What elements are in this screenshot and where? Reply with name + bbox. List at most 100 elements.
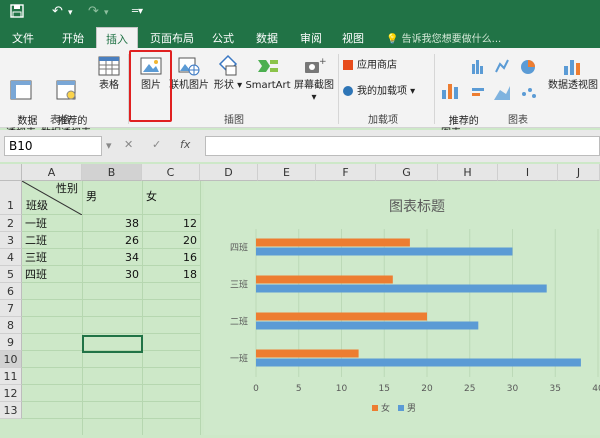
insert-function-icon[interactable]: fx [180, 138, 190, 151]
x-tick-label: 30 [507, 384, 519, 394]
app-store-button[interactable]: 应用商店 [343, 60, 413, 72]
screenshot-icon: + [305, 57, 326, 73]
tell-me-box[interactable]: 💡 告诉我您想要做什么... [386, 30, 501, 45]
tab-file[interactable]: 文件 [12, 30, 34, 46]
row-header[interactable]: 4 [0, 249, 22, 266]
select-all-corner[interactable] [0, 164, 22, 181]
customize-toolbar-icon[interactable]: ═▾ [132, 6, 143, 17]
redo-dropdown-icon[interactable]: ▾ [104, 8, 109, 18]
tab-formulas[interactable]: 公式 [212, 30, 234, 46]
column-header[interactable]: A [22, 164, 82, 181]
column-header[interactable]: J [558, 164, 600, 181]
bar-chart[interactable]: 图表标题 一班 二班 三班 四班 0 5 10 15 20 25 30 35 40 女 男 [204, 181, 600, 435]
smartart-icon [258, 60, 278, 72]
bar-女 [256, 238, 410, 247]
bar-男 [256, 358, 581, 367]
cell-male-value[interactable]: 38 [82, 215, 142, 232]
pivot-chart-icon [564, 60, 580, 75]
x-tick-label: 25 [464, 384, 475, 394]
cell-male-value[interactable]: 30 [82, 266, 142, 283]
cell-female-value[interactable]: 18 [142, 266, 200, 283]
screenshot-label: 屏幕截图 [294, 80, 334, 91]
row-header[interactable]: 13 [0, 402, 22, 419]
column-header[interactable]: C [142, 164, 200, 181]
grid-line [22, 384, 200, 385]
ribbon-separator [434, 54, 435, 124]
ribbon-separator [338, 54, 339, 124]
cell-class-name[interactable]: 一班 [25, 215, 47, 232]
tab-insert[interactable]: 插入 [96, 27, 138, 48]
chart-type-gallery [470, 56, 544, 108]
tab-home[interactable]: 开始 [62, 30, 84, 46]
row-header[interactable]: 9 [0, 334, 22, 351]
shapes-button[interactable]: 形状 ▾ [211, 54, 245, 92]
category-label: 二班 [230, 316, 248, 328]
row-header[interactable]: 5 [0, 266, 22, 283]
cell-female-value[interactable]: 20 [142, 232, 200, 249]
column-header[interactable]: B [82, 164, 142, 181]
cell-class-name[interactable]: 三班 [25, 249, 47, 266]
redo-icon[interactable]: ↷ [88, 4, 99, 19]
column-header[interactable]: D [200, 164, 258, 181]
enter-icon[interactable]: ✓ [152, 138, 161, 151]
selected-cell-b10[interactable] [82, 335, 143, 353]
smartart-button[interactable]: SmartArt [244, 54, 292, 92]
cell-female-value[interactable]: 16 [142, 249, 200, 266]
cell-class-name[interactable]: 二班 [25, 232, 47, 249]
my-addins-button[interactable]: 我的加载项 ▾ [343, 86, 431, 98]
table-icon [98, 56, 120, 76]
row-header[interactable]: 7 [0, 300, 22, 317]
row-header[interactable]: 8 [0, 317, 22, 334]
name-box-dropdown-icon[interactable]: ▾ [106, 139, 112, 152]
grid-line [22, 401, 200, 402]
column-header[interactable]: F [316, 164, 376, 181]
row-header[interactable]: 3 [0, 232, 22, 249]
row-header[interactable]: 6 [0, 283, 22, 300]
formula-input[interactable] [205, 136, 600, 156]
undo-dropdown-icon[interactable]: ▾ [68, 8, 73, 18]
row-header[interactable]: 11 [0, 368, 22, 385]
cell-female-value[interactable]: 12 [142, 215, 200, 232]
highlight-box [129, 50, 172, 122]
legend-entry: 女 [381, 402, 390, 414]
cell-male-header[interactable]: 男 [86, 188, 97, 205]
grid-line [22, 316, 200, 317]
row-header[interactable]: 1 [0, 181, 22, 215]
legend-swatch [372, 405, 378, 411]
row-header[interactable]: 10 [0, 351, 22, 368]
tab-data[interactable]: 数据 [256, 30, 278, 46]
tab-page-layout[interactable]: 页面布局 [150, 30, 194, 46]
row-header[interactable]: 2 [0, 215, 22, 232]
cell-male-value[interactable]: 26 [82, 232, 142, 249]
cell-gender[interactable]: 性别 [56, 180, 78, 197]
cell-female-header[interactable]: 女 [146, 188, 157, 205]
cell-class-name[interactable]: 四班 [25, 266, 47, 283]
cell-class[interactable]: 班级 [26, 197, 48, 214]
pivot-chart-label: 数据透视图 [548, 80, 598, 91]
bar-女 [256, 275, 393, 284]
column-header[interactable]: I [498, 164, 558, 181]
cell-male-value[interactable]: 34 [82, 249, 142, 266]
save-icon[interactable] [10, 4, 24, 22]
title-bar: ↶ ▾ ↷ ▾ ═▾ [0, 0, 600, 26]
grid-line [22, 418, 200, 419]
store-icon [343, 60, 353, 70]
chart-types-icon [472, 59, 536, 100]
tab-review[interactable]: 审阅 [300, 30, 322, 46]
tab-view[interactable]: 视图 [342, 30, 364, 46]
table-button[interactable]: 表格 [94, 54, 124, 92]
column-header[interactable]: G [376, 164, 438, 181]
column-header[interactable]: E [258, 164, 316, 181]
category-label: 四班 [230, 242, 248, 254]
column-header[interactable]: H [438, 164, 498, 181]
undo-icon[interactable]: ↶ [52, 4, 63, 19]
pivot-chart-button[interactable]: 数据透视图 [548, 54, 598, 92]
tell-me-text: 告诉我您想要做什么... [401, 34, 502, 45]
cancel-icon[interactable]: ✕ [124, 138, 133, 151]
row-header[interactable]: 12 [0, 385, 22, 402]
addins-icon [343, 86, 353, 96]
name-box[interactable]: B10 [4, 136, 102, 156]
chart-title[interactable]: 图表标题 [389, 199, 445, 215]
screenshot-button[interactable]: + 屏幕截图 ▾ [292, 54, 336, 104]
online-picture-button[interactable]: 联机图片 [169, 54, 209, 92]
